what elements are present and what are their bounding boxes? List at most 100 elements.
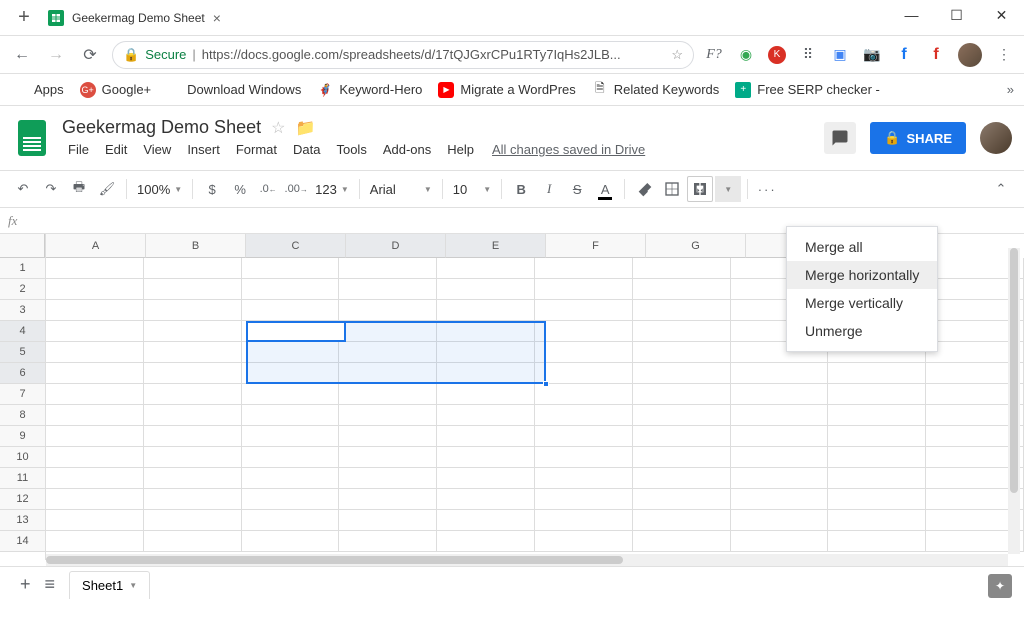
cell[interactable] bbox=[828, 489, 926, 510]
cell[interactable] bbox=[242, 363, 340, 384]
cell[interactable] bbox=[339, 321, 437, 342]
paint-format-button[interactable]: 🖌 bbox=[94, 176, 120, 202]
cell[interactable] bbox=[339, 405, 437, 426]
cell[interactable] bbox=[46, 489, 144, 510]
cell[interactable] bbox=[633, 279, 731, 300]
col-header-a[interactable]: A bbox=[46, 234, 146, 258]
menu-file[interactable]: File bbox=[62, 140, 95, 159]
cell[interactable] bbox=[535, 447, 633, 468]
cell[interactable] bbox=[633, 405, 731, 426]
cell[interactable] bbox=[242, 342, 340, 363]
row-header-8[interactable]: 8 bbox=[0, 405, 45, 426]
row-header-2[interactable]: 2 bbox=[0, 279, 45, 300]
cell[interactable] bbox=[731, 447, 829, 468]
selection-handle[interactable] bbox=[543, 381, 549, 387]
row-header-9[interactable]: 9 bbox=[0, 426, 45, 447]
extension-camera-icon[interactable]: 📷 bbox=[862, 45, 882, 65]
extension-facebook-icon[interactable]: f bbox=[894, 45, 914, 65]
merge-cells-button[interactable] bbox=[687, 176, 713, 202]
redo-button[interactable]: ↷ bbox=[38, 176, 64, 202]
add-sheet-button[interactable]: + bbox=[20, 574, 31, 595]
cell[interactable] bbox=[144, 510, 242, 531]
cell[interactable] bbox=[339, 300, 437, 321]
cell[interactable] bbox=[633, 363, 731, 384]
star-button[interactable]: ☆ bbox=[271, 118, 285, 138]
extension-dots-icon[interactable]: ⠿ bbox=[798, 45, 818, 65]
profile-avatar[interactable] bbox=[958, 43, 982, 67]
cell[interactable] bbox=[437, 342, 535, 363]
bookmark-serp-checker[interactable]: + Free SERP checker - bbox=[731, 82, 884, 98]
cell[interactable] bbox=[242, 468, 340, 489]
row-header-11[interactable]: 11 bbox=[0, 468, 45, 489]
currency-button[interactable]: $ bbox=[199, 176, 225, 202]
cell[interactable] bbox=[437, 384, 535, 405]
cell[interactable] bbox=[535, 510, 633, 531]
row-header-14[interactable]: 14 bbox=[0, 531, 45, 552]
cell[interactable] bbox=[731, 468, 829, 489]
explore-button[interactable]: ✦ bbox=[988, 574, 1012, 598]
bookmark-download-windows[interactable]: Download Windows bbox=[163, 82, 305, 97]
cell[interactable] bbox=[242, 447, 340, 468]
cell[interactable] bbox=[437, 300, 535, 321]
comments-button[interactable] bbox=[824, 122, 856, 154]
menu-insert[interactable]: Insert bbox=[181, 140, 226, 159]
cell[interactable] bbox=[535, 321, 633, 342]
cell[interactable] bbox=[242, 300, 340, 321]
cell[interactable] bbox=[437, 321, 535, 342]
borders-button[interactable] bbox=[659, 176, 685, 202]
cell[interactable] bbox=[633, 342, 731, 363]
cell[interactable] bbox=[144, 384, 242, 405]
cell[interactable] bbox=[437, 258, 535, 279]
cell[interactable] bbox=[535, 531, 633, 552]
decrease-decimals-button[interactable]: .0← bbox=[255, 176, 281, 202]
cell[interactable] bbox=[46, 258, 144, 279]
row-header-1[interactable]: 1 bbox=[0, 258, 45, 279]
cell[interactable] bbox=[633, 531, 731, 552]
cell[interactable] bbox=[731, 531, 829, 552]
cell[interactable] bbox=[242, 258, 340, 279]
cell[interactable] bbox=[633, 489, 731, 510]
cell[interactable] bbox=[731, 426, 829, 447]
save-status[interactable]: All changes saved in Drive bbox=[492, 142, 645, 157]
cell[interactable] bbox=[339, 342, 437, 363]
font-size-select[interactable]: 10▼ bbox=[449, 182, 495, 197]
back-button[interactable]: ← bbox=[10, 43, 34, 67]
extension-f-icon[interactable]: F? bbox=[704, 45, 724, 65]
col-header-f[interactable]: F bbox=[546, 234, 646, 258]
url-input[interactable]: 🔒 Secure | https://docs.google.com/sprea… bbox=[112, 41, 694, 69]
cell[interactable] bbox=[144, 279, 242, 300]
cell[interactable] bbox=[535, 426, 633, 447]
window-minimize-button[interactable]: — bbox=[889, 0, 934, 30]
cell[interactable] bbox=[339, 531, 437, 552]
cell[interactable] bbox=[144, 468, 242, 489]
cell[interactable] bbox=[828, 405, 926, 426]
cell[interactable] bbox=[828, 426, 926, 447]
cell[interactable] bbox=[46, 531, 144, 552]
menu-edit[interactable]: Edit bbox=[99, 140, 133, 159]
col-header-c[interactable]: C bbox=[246, 234, 346, 258]
cell[interactable] bbox=[339, 258, 437, 279]
cell[interactable] bbox=[437, 468, 535, 489]
cell[interactable] bbox=[144, 258, 242, 279]
cell[interactable] bbox=[46, 363, 144, 384]
cell[interactable] bbox=[535, 258, 633, 279]
fill-color-button[interactable] bbox=[631, 176, 657, 202]
cell[interactable] bbox=[535, 363, 633, 384]
cell[interactable] bbox=[828, 510, 926, 531]
sheet-tab[interactable]: Sheet1 ▼ bbox=[69, 571, 150, 599]
cell[interactable] bbox=[339, 363, 437, 384]
bookmark-migrate-wp[interactable]: ▶ Migrate a WordPres bbox=[434, 82, 579, 98]
col-header-g[interactable]: G bbox=[646, 234, 746, 258]
cell[interactable] bbox=[633, 321, 731, 342]
row-header-6[interactable]: 6 bbox=[0, 363, 45, 384]
cell[interactable] bbox=[242, 426, 340, 447]
percent-button[interactable]: % bbox=[227, 176, 253, 202]
cell[interactable] bbox=[437, 489, 535, 510]
undo-button[interactable]: ↶ bbox=[10, 176, 36, 202]
cell[interactable] bbox=[535, 489, 633, 510]
increase-decimals-button[interactable]: .00→ bbox=[283, 176, 309, 202]
cell[interactable] bbox=[46, 321, 144, 342]
col-header-e[interactable]: E bbox=[446, 234, 546, 258]
cell[interactable] bbox=[339, 468, 437, 489]
cell[interactable] bbox=[828, 447, 926, 468]
